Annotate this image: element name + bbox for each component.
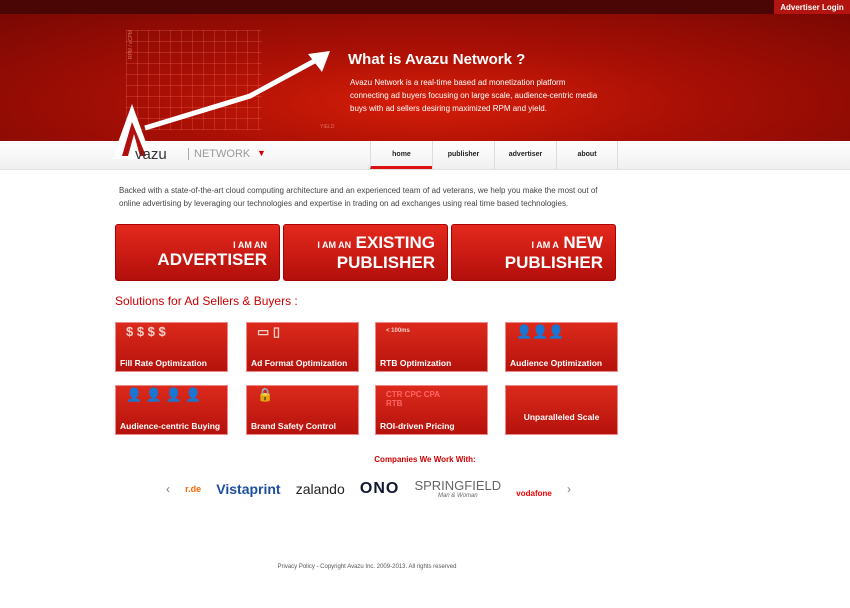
cta-small: I AM AN xyxy=(317,240,352,250)
tile-rtb[interactable]: < 100ms RTB Optimization xyxy=(375,322,488,372)
nav-home[interactable]: home xyxy=(370,141,432,169)
tile-brand-safety[interactable]: 🔒 Brand Safety Control xyxy=(246,385,359,435)
tile-fill-rate[interactable]: $ $ $ $ Fill Rate Optimization xyxy=(115,322,228,372)
ad-format-icon: ▭ ▯ xyxy=(257,324,281,339)
company-logo: vodafone xyxy=(516,489,552,498)
nav-advertiser[interactable]: advertiser xyxy=(494,141,556,169)
nav-publisher[interactable]: publisher xyxy=(432,141,494,169)
cta-large: ADVERTISER xyxy=(157,250,267,269)
logo-text[interactable]: vazu xyxy=(135,146,167,163)
tile-audience[interactable]: 👤👤👤 Audience Optimization xyxy=(505,322,618,372)
company-logo: r.de xyxy=(185,483,202,494)
new-publisher-button[interactable]: I AM A NEW PUBLISHER xyxy=(451,224,616,281)
hero-text: Avazu Network is a real-time based ad mo… xyxy=(350,78,598,113)
tile-ad-format[interactable]: ▭ ▯ Ad Format Optimization xyxy=(246,322,359,372)
company-logo: Vistaprint xyxy=(216,480,281,497)
carousel-prev-icon[interactable]: ‹ xyxy=(166,482,170,496)
springfield-text: SPRINGFIELD xyxy=(414,478,502,493)
lock-icon: 🔒 xyxy=(257,387,274,402)
advertiser-button[interactable]: I AM AN ADVERTISER xyxy=(115,224,280,281)
cta-small: I AM AN xyxy=(233,240,267,250)
chart-y-label: RPM / eCPM xyxy=(128,30,134,60)
tile-roi-pricing[interactable]: CTR CPC CPA RTB ROI-driven Pricing xyxy=(375,385,488,435)
carousel-next-icon[interactable]: › xyxy=(567,482,571,496)
company-logo: ONO xyxy=(359,479,400,497)
tile-label: Unparalleled Scale xyxy=(523,412,600,422)
companies-heading: Companies We Work With: xyxy=(374,455,476,464)
caret-down-icon[interactable]: ▼ xyxy=(257,148,266,158)
footer: Privacy Policy - Copyright Avazu Inc. 20… xyxy=(277,564,457,570)
solutions-heading: Solutions for Ad Sellers & Buyers : xyxy=(115,294,298,308)
tile-label: Brand Safety Control xyxy=(251,421,337,431)
pricing-labels: CTR CPC CPA RTB xyxy=(386,390,440,408)
logo-network-text: NETWORK xyxy=(188,148,250,160)
top-bar xyxy=(0,0,850,14)
cta-large: EXISTING xyxy=(355,233,435,252)
springfield-sub: Man & Woman xyxy=(437,493,478,499)
cta-small: I AM A xyxy=(531,240,559,250)
tile-label: Audience Optimization xyxy=(510,358,603,368)
tile-label: Audience-centric Buying xyxy=(120,421,221,431)
main-nav: home publisher advertiser about xyxy=(370,141,618,169)
cta-large: PUBLISHER xyxy=(504,253,603,272)
tile-audience-buying[interactable]: 👤 👤 👤 👤 Audience-centric Buying xyxy=(115,385,228,435)
company-logo: zalando xyxy=(295,480,345,497)
tile-label: Ad Format Optimization xyxy=(251,358,348,368)
users-icon: 👤👤👤 xyxy=(516,324,565,339)
tile-label: Fill Rate Optimization xyxy=(120,358,207,368)
dollar-icon: $ $ $ $ xyxy=(126,324,166,339)
rtb-label: < 100ms xyxy=(386,328,410,334)
tile-scale[interactable]: Unparalleled Scale xyxy=(505,385,618,435)
hero-title: What is Avazu Network ? xyxy=(348,51,526,68)
nav-about[interactable]: about xyxy=(556,141,618,169)
cta-large: PUBLISHER xyxy=(336,253,435,272)
company-carousel: ‹ r.de Vistaprint zalando ONO SPRINGFIEL… xyxy=(166,476,571,501)
existing-publisher-button[interactable]: I AM AN EXISTING PUBLISHER xyxy=(283,224,448,281)
intro-text: Backed with a state-of-the-art cloud com… xyxy=(119,186,598,208)
tile-label: RTB Optimization xyxy=(380,358,452,368)
company-logo: SPRINGFIELD Man & Woman xyxy=(414,478,501,499)
tile-label: ROI-driven Pricing xyxy=(380,421,455,431)
people-icon: 👤 👤 👤 👤 xyxy=(126,387,202,402)
cta-large: NEW xyxy=(563,233,603,252)
